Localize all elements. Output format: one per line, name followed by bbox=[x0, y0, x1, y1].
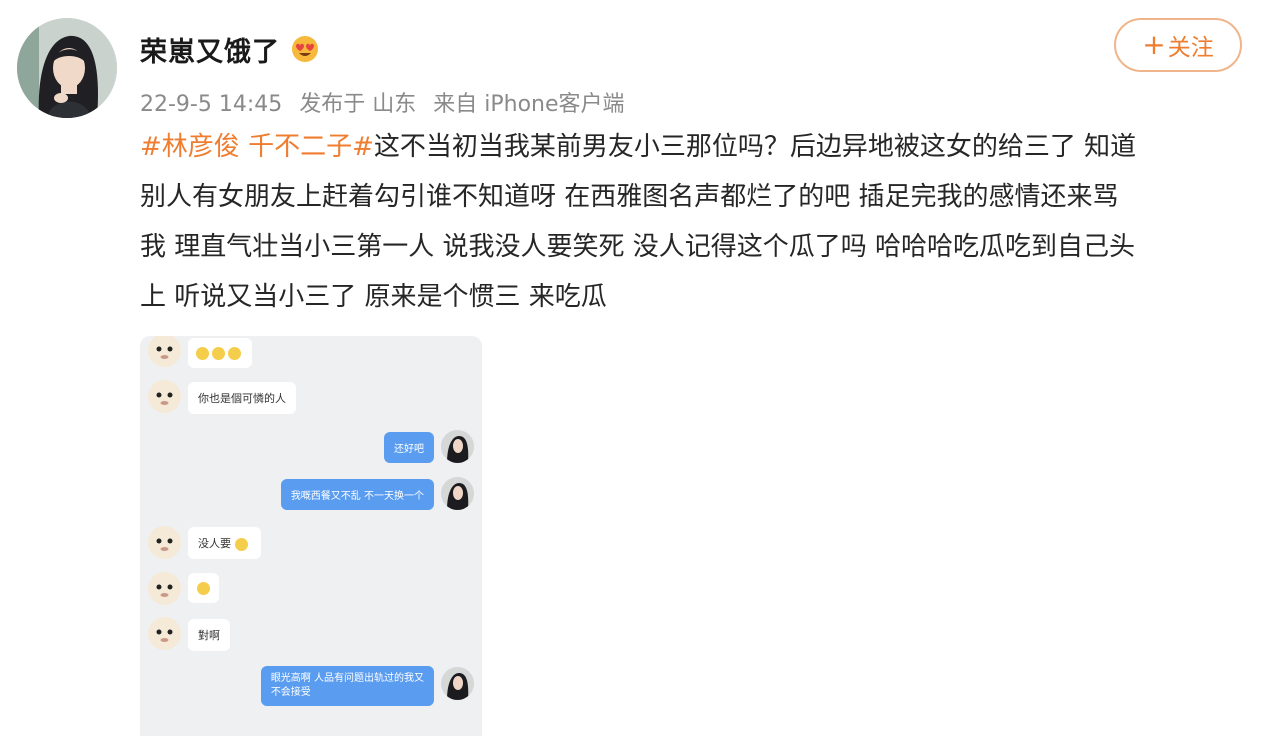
follow-label: 关注 bbox=[1167, 35, 1214, 61]
post-date: 22-9-5 14:45 bbox=[140, 92, 283, 117]
post-line: 别人有女朋友上赶着勾引谁不知道呀 在西雅图名声都烂了的吧 插足完我的感情还来骂 bbox=[140, 182, 1119, 212]
user-avatar[interactable] bbox=[17, 18, 117, 118]
emoji-icon bbox=[197, 581, 210, 595]
emoji-icon bbox=[212, 346, 225, 360]
chat-bubble: 你也是個可憐的人 bbox=[188, 382, 296, 414]
post-line: 我 理直气壮当小三第一人 说我没人要笑死 没人记得这个瓜了吗 哈哈哈吃瓜吃到自己… bbox=[140, 232, 1136, 262]
follow-button[interactable]: + 关注 bbox=[1114, 18, 1242, 72]
chat-bubble: 没人要 bbox=[188, 527, 261, 559]
plus-icon: + bbox=[1142, 28, 1166, 61]
post-line: 上 听说又当小三了 原来是个惯三 来吃瓜 bbox=[140, 282, 607, 312]
post-source: 来自 iPhone客户端 bbox=[433, 92, 625, 117]
avatar bbox=[148, 617, 181, 650]
chat-text: 不会接受 bbox=[270, 687, 311, 698]
avatar-image bbox=[17, 18, 117, 118]
chat-bubble: 我嘅西餐又不乱 不一天换一个 bbox=[280, 479, 434, 510]
avatar bbox=[148, 380, 181, 413]
chat-bubble: 眼光高啊 人品有问题出轨过的我又 不会接受 bbox=[260, 666, 434, 706]
username[interactable]: 荣崽又饿了 bbox=[140, 30, 280, 69]
chat-screenshot-image[interactable]: 你也是個可憐的人 还好吧 我嘅西餐又不乱 不一天换一个 没人要 對啊 眼光高啊 … bbox=[140, 336, 482, 736]
avatar bbox=[148, 526, 181, 559]
avatar bbox=[148, 572, 181, 605]
post-meta: 22-9-5 14:45 发布于 山东 来自 iPhone客户端 bbox=[140, 86, 635, 118]
emoji-icon bbox=[196, 346, 209, 360]
chat-bubble bbox=[188, 338, 252, 368]
post-text: #林彦俊 千不二子#这不当初当我某前男友小三那位吗？后边异地被这女的给三了 知道… bbox=[140, 122, 1250, 322]
avatar bbox=[148, 336, 181, 367]
chat-bubble bbox=[188, 573, 219, 603]
chat-bubble: 还好吧 bbox=[384, 432, 434, 463]
hashtag-link[interactable]: 千不二子# bbox=[248, 132, 374, 162]
post-location: 发布于 山东 bbox=[299, 92, 417, 117]
emoji-icon bbox=[228, 346, 241, 360]
chat-bubble: 對啊 bbox=[188, 619, 230, 651]
avatar bbox=[441, 477, 474, 510]
chat-text: 没人要 bbox=[198, 537, 231, 550]
hashtag-link[interactable]: #林彦俊 bbox=[140, 132, 240, 162]
post-line: 这不当初当我某前男友小三那位吗？后边异地被这女的给三了 知道 bbox=[373, 132, 1137, 162]
avatar bbox=[441, 667, 474, 700]
heart-eyes-emoji-icon bbox=[291, 35, 319, 63]
chat-text: 眼光高啊 人品有问题出轨过的我又 bbox=[270, 673, 424, 684]
avatar bbox=[441, 430, 474, 463]
emoji-icon bbox=[234, 537, 248, 551]
